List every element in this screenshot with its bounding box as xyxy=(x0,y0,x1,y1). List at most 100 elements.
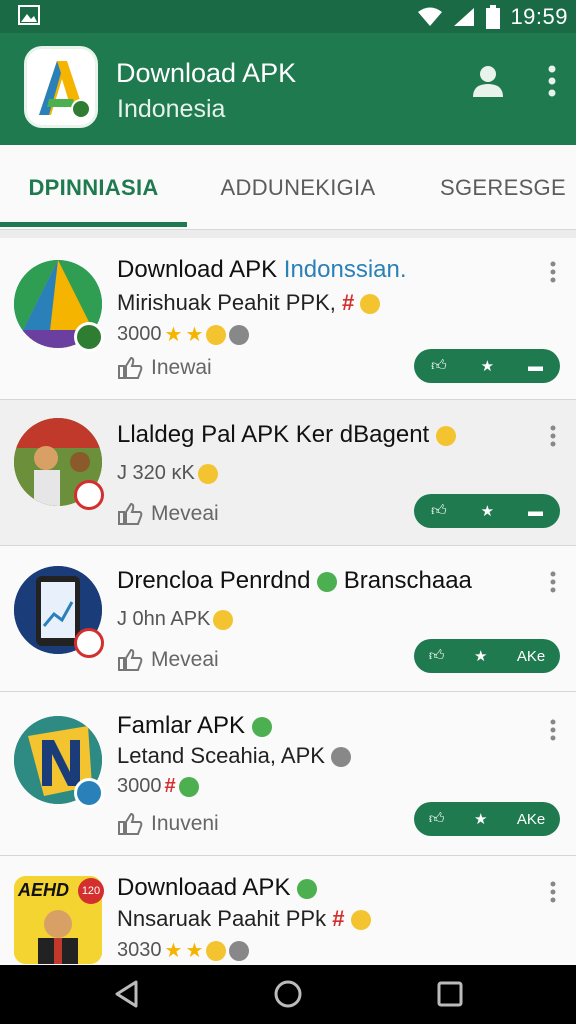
action-label[interactable]: AKe xyxy=(517,811,545,828)
recents-icon[interactable] xyxy=(436,980,464,1008)
more-vert-icon[interactable] xyxy=(547,718,559,742)
item-meta: J 0hn APK xyxy=(117,608,234,631)
more-vert-icon[interactable] xyxy=(547,260,559,284)
app-logo xyxy=(24,46,98,128)
item-title: Downloaad APK xyxy=(117,874,318,902)
back-icon[interactable] xyxy=(112,979,142,1009)
verified-badge-icon xyxy=(74,322,104,352)
emoji-icon xyxy=(206,324,227,345)
app-subtitle: Indonesia xyxy=(117,95,226,123)
star-icon: ★ xyxy=(185,940,204,962)
thumb-up-outline-icon xyxy=(118,812,143,835)
star-icon: ★ xyxy=(164,324,183,346)
item-subtitle: Letand Sceahia, APK xyxy=(117,743,352,769)
blocked-badge-icon xyxy=(74,480,104,510)
action-pill: 👍︎ ★ AKe xyxy=(414,802,560,836)
count-badge: 120 xyxy=(78,878,104,904)
item-meta: J 320 κK xyxy=(117,462,218,485)
action-label[interactable]: AKe xyxy=(517,648,545,665)
emoji-icon xyxy=(331,747,352,768)
blocked-badge-icon xyxy=(74,628,104,658)
list-item[interactable]: AEHD 120 Downloaad APK Nnsaruak Paahit P… xyxy=(0,856,576,965)
emoji-icon xyxy=(197,463,218,484)
list-item[interactable]: Famlar APK Letand Sceahia, APK 3000 # In… xyxy=(0,692,576,856)
item-title: Llaldeg Pal APK Ker dBagent xyxy=(117,421,456,449)
status-bar: 19:59 xyxy=(0,0,576,33)
account-icon[interactable] xyxy=(470,63,506,99)
like-button[interactable]: Meveai xyxy=(117,502,219,526)
tab-dpinniasia[interactable]: DPINNIASIA xyxy=(0,175,187,201)
list-item[interactable]: Llaldeg Pal APK Ker dBagent J 320 κK Mev… xyxy=(0,400,576,546)
tab-addunekigia[interactable]: ADDUNEKIGIA xyxy=(198,175,398,201)
action-pill: 👍︎ ★ AKe xyxy=(414,639,560,673)
app-icon xyxy=(14,260,104,352)
emoji-icon xyxy=(360,294,381,315)
tools-badge-icon xyxy=(74,778,104,808)
app-icon xyxy=(14,566,104,658)
clock: 19:59 xyxy=(510,3,568,29)
action-pill: 👍︎ ★ ▬ xyxy=(414,494,560,528)
item-subtitle: Mirishuak Peahit PPK, # xyxy=(117,290,381,316)
comment-icon[interactable]: ▬ xyxy=(528,358,543,375)
item-title: Famlar APK xyxy=(117,712,272,740)
active-tab-indicator xyxy=(0,222,187,227)
emoji-icon xyxy=(229,940,250,961)
list-item[interactable]: Drencloa Penrdnd Branschaaa J 0hn APK Me… xyxy=(0,546,576,692)
emoji-icon xyxy=(297,878,318,899)
like-button[interactable]: Inuveni xyxy=(117,812,219,836)
more-vert-icon[interactable] xyxy=(547,570,559,594)
like-button[interactable]: Inewai xyxy=(117,356,212,380)
action-pill: 👍︎ ★ ▬ xyxy=(414,349,560,383)
star-icon[interactable]: ★ xyxy=(481,357,494,375)
thumb-up-icon[interactable]: 👍︎ xyxy=(431,357,447,375)
star-icon: ★ xyxy=(164,940,183,962)
thumb-up-outline-icon xyxy=(118,648,143,671)
hash-icon: # xyxy=(332,906,345,931)
tab-sgeresge[interactable]: SGERESGE xyxy=(430,175,576,201)
star-icon[interactable]: ★ xyxy=(474,810,487,828)
icon-text: AEHD xyxy=(18,880,70,900)
more-vert-icon[interactable] xyxy=(547,424,559,448)
thumb-up-outline-icon xyxy=(118,356,143,379)
star-icon[interactable]: ★ xyxy=(481,502,494,520)
image-icon xyxy=(18,5,40,25)
signal-icon xyxy=(454,7,475,26)
emoji-icon xyxy=(350,910,371,931)
thumb-up-icon[interactable]: 👍︎ xyxy=(429,647,445,665)
emoji-icon xyxy=(229,324,250,345)
like-label: Meveai xyxy=(151,648,219,671)
app-title: Download APK xyxy=(116,58,297,88)
comment-icon[interactable]: ▬ xyxy=(528,503,543,520)
navigation-bar xyxy=(0,965,576,1024)
emoji-icon xyxy=(251,716,272,737)
emoji-icon xyxy=(213,609,234,630)
app-bar: Download APK Indonesia xyxy=(0,33,576,145)
item-title: Drencloa Penrdnd Branschaaa xyxy=(117,567,472,594)
home-icon[interactable] xyxy=(273,979,303,1009)
thumb-up-outline-icon xyxy=(118,502,143,525)
app-icon xyxy=(14,716,104,808)
item-meta: 3000 # xyxy=(117,775,199,798)
like-button[interactable]: Meveai xyxy=(117,648,219,672)
battery-icon xyxy=(486,4,501,29)
emoji-icon xyxy=(435,425,456,446)
emoji-icon xyxy=(317,571,338,592)
item-meta: 3030 ★ ★ xyxy=(117,938,250,963)
thumb-up-icon[interactable]: 👍︎ xyxy=(429,810,445,828)
like-label: Inewai xyxy=(151,356,212,379)
app-icon: AEHD 120 xyxy=(14,876,104,964)
more-vert-icon[interactable] xyxy=(547,880,559,904)
hash-icon: # xyxy=(342,290,355,315)
like-label: Meveai xyxy=(151,502,219,525)
star-icon: ★ xyxy=(185,324,204,346)
app-icon xyxy=(14,418,104,510)
list-item[interactable]: Download APK Indonssian. Mirishuak Peahi… xyxy=(0,238,576,400)
star-icon[interactable]: ★ xyxy=(474,647,487,665)
tab-bar: DPINNIASIA ADDUNEKIGIA SGERESGE xyxy=(0,145,576,230)
like-label: Inuveni xyxy=(151,812,219,835)
wifi-icon xyxy=(418,7,443,26)
thumb-up-icon[interactable]: 👍︎ xyxy=(431,502,447,520)
more-vert-icon[interactable] xyxy=(541,63,563,99)
emoji-icon xyxy=(178,776,199,797)
emoji-icon xyxy=(206,940,227,961)
